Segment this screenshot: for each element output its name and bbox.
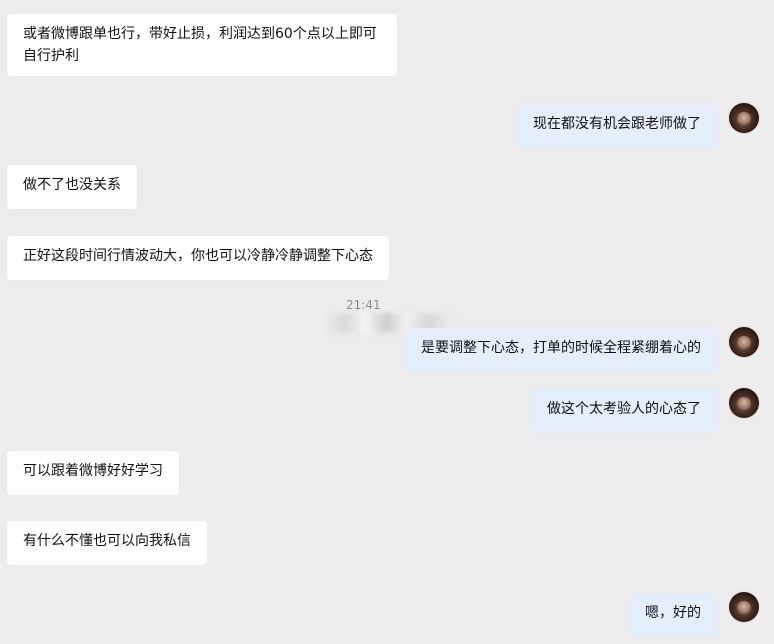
user-avatar[interactable] bbox=[729, 327, 759, 357]
message-text: 现在都没有机会跟老师做了 bbox=[533, 116, 701, 132]
user-avatar[interactable] bbox=[729, 103, 759, 133]
message-text: 正好这段时间行情波动大，你也可以冷静冷静调整下心态 bbox=[23, 248, 373, 264]
message-text: 嗯，好的 bbox=[645, 605, 701, 621]
user-avatar[interactable] bbox=[729, 592, 759, 622]
message-text: 或者微博跟单也行，带好止损，利润达到60个点以上即可自行护利 bbox=[23, 26, 377, 64]
message-text: 有什么不懂也可以向我私信 bbox=[23, 533, 191, 549]
user-avatar[interactable] bbox=[729, 388, 759, 418]
message-text: 是要调整下心态，打单的时候全程紧绷着心的 bbox=[421, 340, 701, 356]
message-bubble-incoming[interactable]: 可以跟着微博好好学习 bbox=[7, 451, 179, 495]
message-bubble-incoming[interactable]: 正好这段时间行情波动大，你也可以冷静冷静调整下心态 bbox=[7, 236, 389, 280]
message-bubble-incoming[interactable]: 或者微博跟单也行，带好止损，利润达到60个点以上即可自行护利 bbox=[7, 14, 397, 76]
message-text: 可以跟着微博好好学习 bbox=[23, 463, 163, 479]
message-bubble-outgoing[interactable]: 是要调整下心态，打单的时候全程紧绷着心的 bbox=[405, 328, 717, 372]
message-bubble-outgoing[interactable]: 嗯，好的 bbox=[629, 593, 717, 637]
message-bubble-incoming[interactable]: 有什么不懂也可以向我私信 bbox=[7, 521, 207, 565]
message-bubble-outgoing[interactable]: 做这个太考验人的心态了 bbox=[531, 389, 717, 433]
chat-timestamp: 21:41 bbox=[346, 298, 381, 312]
message-bubble-outgoing[interactable]: 现在都没有机会跟老师做了 bbox=[517, 104, 717, 148]
message-text: 做这个太考验人的心态了 bbox=[547, 401, 701, 417]
message-text: 做不了也没关系 bbox=[23, 177, 121, 193]
message-bubble-incoming[interactable]: 做不了也没关系 bbox=[7, 165, 137, 209]
